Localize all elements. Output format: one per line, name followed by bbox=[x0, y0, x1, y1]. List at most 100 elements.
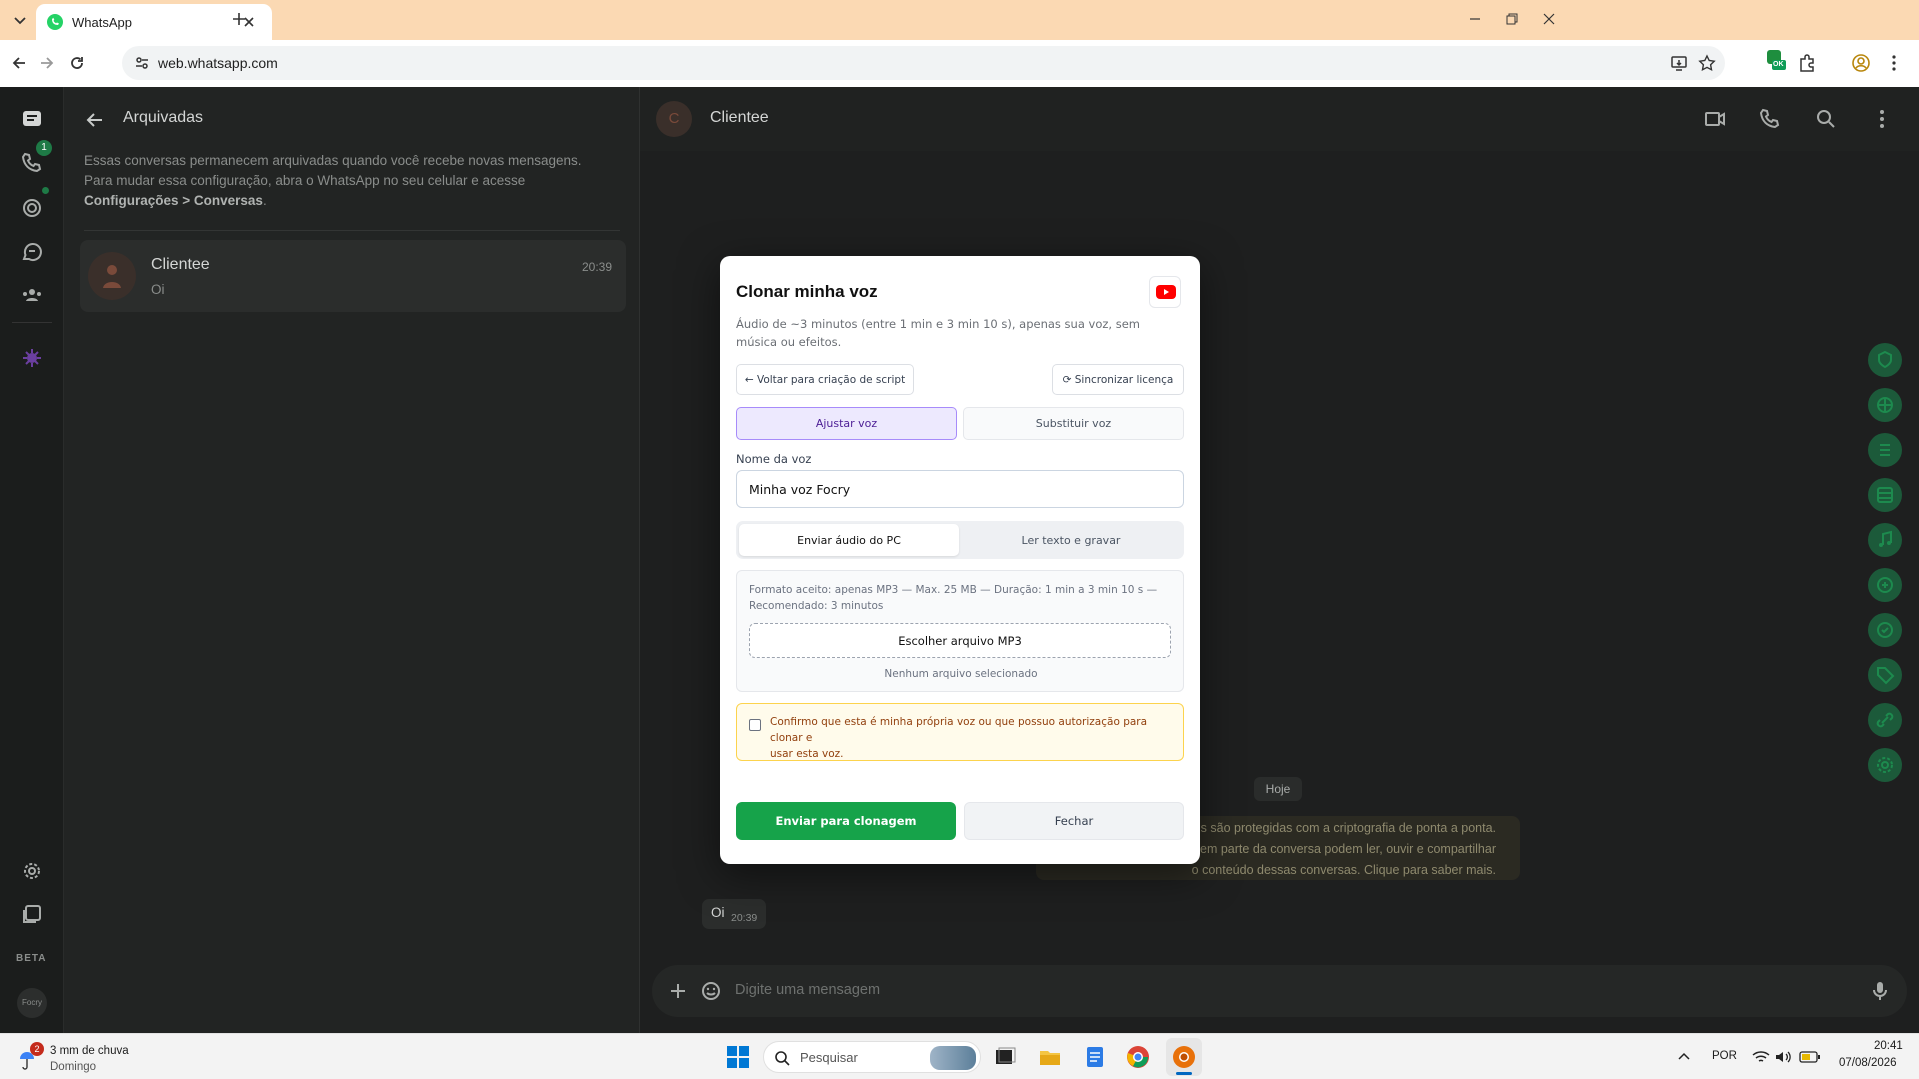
chevron-up-icon[interactable] bbox=[1676, 1049, 1692, 1065]
profile-icon[interactable] bbox=[1851, 53, 1871, 73]
panel-title: Arquivadas bbox=[123, 109, 204, 126]
puzzle-extensions-icon[interactable] bbox=[1797, 53, 1817, 73]
language-indicator[interactable]: POR bbox=[1712, 1050, 1737, 1062]
bookmark-star-icon[interactable] bbox=[1698, 54, 1716, 72]
contact-name[interactable]: Clientee bbox=[710, 109, 769, 127]
close-modal-button[interactable]: Fechar bbox=[964, 802, 1184, 840]
tab-title: WhatsApp bbox=[72, 15, 132, 30]
submit-clone-button[interactable]: Enviar para clonagem bbox=[736, 802, 956, 840]
tool-button[interactable] bbox=[1868, 343, 1902, 377]
chevron-down-icon bbox=[14, 17, 26, 25]
tool-button[interactable] bbox=[1868, 433, 1902, 467]
extension-badge: OK bbox=[1773, 61, 1784, 68]
battery-icon[interactable] bbox=[1799, 1050, 1821, 1064]
chrome-active-window[interactable] bbox=[1166, 1038, 1202, 1076]
tool-button[interactable] bbox=[1868, 613, 1902, 647]
voice-name-input[interactable]: Minha voz Focry bbox=[736, 470, 1184, 508]
clock-date[interactable]: 07/08/2026 bbox=[1839, 1057, 1897, 1069]
notepad-icon[interactable] bbox=[1083, 1044, 1107, 1070]
choose-mp3-button[interactable]: Escolher arquivo MP3 bbox=[749, 623, 1171, 658]
link-icon bbox=[1876, 712, 1894, 728]
extension-ok[interactable]: OK bbox=[1764, 48, 1788, 72]
tool-button[interactable] bbox=[1868, 658, 1902, 692]
windows-start-icon[interactable] bbox=[726, 1045, 750, 1069]
minimize-icon[interactable] bbox=[1466, 10, 1484, 28]
incoming-message[interactable]: Oi 20:39 bbox=[702, 899, 766, 929]
tool-button[interactable] bbox=[1868, 478, 1902, 512]
consent-text: Confirmo que esta é minha própria voz ou… bbox=[770, 714, 1175, 762]
chats-icon[interactable] bbox=[20, 107, 44, 131]
consent-checkbox[interactable] bbox=[749, 719, 761, 731]
install-app-icon[interactable] bbox=[1670, 54, 1688, 72]
gear-icon bbox=[1877, 757, 1893, 773]
windows-taskbar: 2 3 mm de chuva Domingo Pesquisar POR 20… bbox=[0, 1033, 1919, 1079]
settings-path-link[interactable]: Configurações > Conversas bbox=[84, 193, 263, 208]
file-explorer-icon[interactable] bbox=[1038, 1045, 1062, 1069]
modal-subtitle: Áudio de ~3 minutos (entre 1 min e 3 min… bbox=[736, 317, 1140, 349]
site-info-icon[interactable] bbox=[134, 55, 150, 71]
active-indicator bbox=[1176, 1072, 1192, 1075]
composer-area: Digite uma mensagem bbox=[640, 951, 1919, 1033]
forward-arrow-icon[interactable] bbox=[38, 54, 56, 72]
attach-plus-icon[interactable] bbox=[666, 979, 690, 1003]
tool-button[interactable] bbox=[1868, 388, 1902, 422]
chat-menu-icon[interactable] bbox=[1876, 107, 1888, 131]
info-line: Configurações > Conversas. bbox=[84, 191, 624, 211]
tab-replace-voice[interactable]: Substituir voz bbox=[963, 407, 1184, 440]
tool-button[interactable] bbox=[1868, 568, 1902, 602]
restore-icon[interactable] bbox=[1503, 10, 1521, 28]
channels-icon[interactable] bbox=[20, 240, 44, 264]
voice-call-icon[interactable] bbox=[1758, 107, 1782, 131]
search-placeholder: Pesquisar bbox=[800, 1050, 858, 1065]
status-icon[interactable] bbox=[20, 196, 44, 220]
search-icon[interactable] bbox=[1814, 107, 1838, 131]
contact-avatar[interactable]: C bbox=[656, 101, 692, 137]
back-to-script-button[interactable]: ← Voltar para criação de script bbox=[736, 364, 914, 395]
mode-upload-pc[interactable]: Enviar áudio do PC bbox=[739, 524, 959, 556]
microphone-icon[interactable] bbox=[1868, 979, 1892, 1003]
mode-read-and-record[interactable]: Ler texto e gravar bbox=[961, 524, 1181, 556]
task-view-icon[interactable] bbox=[993, 1045, 1017, 1069]
chrome-profile-icon bbox=[1173, 1046, 1195, 1068]
sync-license-button[interactable]: ⟳ Sincronizar licença bbox=[1052, 364, 1184, 395]
new-tab-icon[interactable] bbox=[230, 10, 248, 28]
volume-icon[interactable] bbox=[1774, 1049, 1792, 1065]
communities-icon[interactable] bbox=[20, 283, 44, 307]
chat-list-item[interactable]: Clientee Oi 20:39 bbox=[80, 240, 626, 312]
modal-title: Clonar minha voz bbox=[736, 282, 878, 301]
video-call-icon[interactable] bbox=[1703, 107, 1727, 131]
tab-search-button[interactable] bbox=[8, 8, 32, 32]
chrome-icon[interactable] bbox=[1126, 1045, 1150, 1069]
tool-button[interactable] bbox=[1868, 703, 1902, 737]
composer: Digite uma mensagem bbox=[652, 965, 1907, 1017]
clock-time[interactable]: 20:41 bbox=[1874, 1040, 1903, 1052]
whatsapp-logo-icon bbox=[47, 14, 63, 30]
archived-panel: Arquivadas Essas conversas permanecem ar… bbox=[64, 87, 640, 1033]
source-mode-toggle: Enviar áudio do PC Ler texto e gravar bbox=[736, 521, 1184, 559]
sticker-icon[interactable] bbox=[699, 979, 723, 1003]
address-bar[interactable]: web.whatsapp.com bbox=[122, 46, 1725, 80]
profile-avatar[interactable]: Focry bbox=[17, 988, 47, 1018]
rail-divider bbox=[12, 322, 52, 323]
media-icon[interactable] bbox=[20, 902, 44, 926]
browser-menu-icon[interactable] bbox=[1888, 53, 1900, 73]
youtube-button[interactable] bbox=[1149, 276, 1181, 308]
chat-time: 20:39 bbox=[581, 260, 612, 274]
tool-button[interactable] bbox=[1868, 523, 1902, 557]
tool-button[interactable] bbox=[1868, 748, 1902, 782]
weather-widget[interactable]: 2 3 mm de chuva Domingo bbox=[14, 1042, 154, 1074]
tab-adjust-voice[interactable]: Ajustar voz bbox=[736, 407, 957, 440]
nav-rail: 1 BETA Focry bbox=[0, 87, 64, 1033]
back-arrow-icon[interactable] bbox=[10, 54, 28, 72]
settings-icon[interactable] bbox=[20, 859, 44, 883]
taskbar-search[interactable]: Pesquisar bbox=[763, 1041, 981, 1073]
list-icon bbox=[1880, 444, 1890, 456]
wifi-icon[interactable] bbox=[1752, 1049, 1770, 1065]
consent-line: usar esta voz. bbox=[770, 748, 844, 760]
focry-extension-icon[interactable] bbox=[20, 346, 44, 370]
reload-icon[interactable] bbox=[68, 54, 86, 72]
back-arrow-icon[interactable] bbox=[84, 109, 106, 131]
close-window-icon[interactable] bbox=[1540, 10, 1558, 28]
message-input[interactable]: Digite uma mensagem bbox=[735, 982, 880, 998]
weather-line2: Domingo bbox=[50, 1061, 97, 1073]
